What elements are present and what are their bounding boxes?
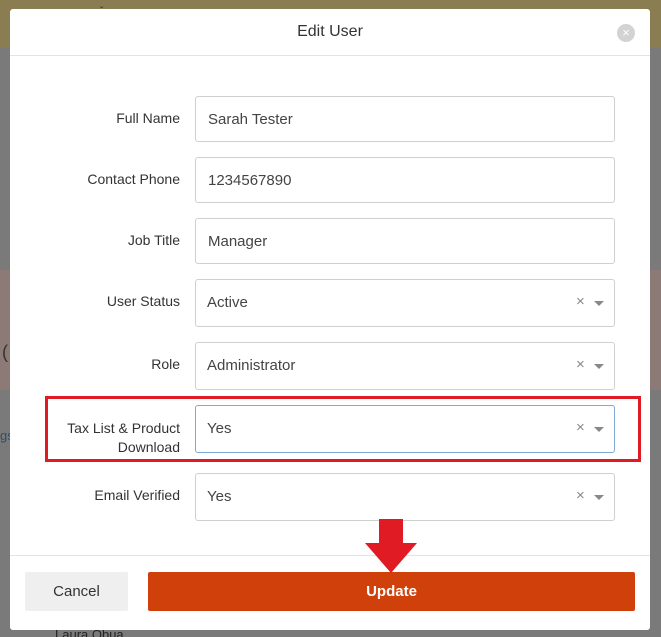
- user-status-select[interactable]: Active ×: [195, 279, 615, 327]
- chevron-down-icon[interactable]: [594, 301, 604, 306]
- clear-icon[interactable]: ×: [576, 356, 585, 373]
- email-verified-label: Email Verified: [94, 487, 180, 503]
- role-select[interactable]: Administrator ×: [195, 342, 615, 390]
- full-name-input[interactable]: [195, 96, 615, 142]
- clear-icon[interactable]: ×: [576, 293, 585, 310]
- close-icon[interactable]: ×: [617, 24, 635, 42]
- update-button[interactable]: Update: [148, 572, 635, 611]
- annotation-highlight-box: [45, 396, 641, 462]
- email-verified-select[interactable]: Yes ×: [195, 473, 615, 521]
- contact-phone-input[interactable]: [195, 157, 615, 203]
- edit-user-modal: Edit User × Full Name Contact Phone Job …: [10, 9, 650, 630]
- modal-title: Edit User: [297, 23, 363, 40]
- modal-header: Edit User ×: [10, 9, 650, 56]
- arrow-down-icon: [365, 519, 417, 573]
- contact-phone-label: Contact Phone: [87, 171, 180, 187]
- full-name-label: Full Name: [116, 110, 180, 126]
- user-status-value: Active: [207, 294, 248, 311]
- chevron-down-icon[interactable]: [594, 495, 604, 500]
- chevron-down-icon[interactable]: [594, 364, 604, 369]
- job-title-input[interactable]: [195, 218, 615, 264]
- email-verified-value: Yes: [207, 488, 232, 505]
- user-status-label: User Status: [106, 293, 180, 309]
- clear-icon[interactable]: ×: [576, 487, 585, 504]
- role-value: Administrator: [207, 357, 296, 374]
- role-label: Role: [151, 356, 180, 372]
- footer-divider: [10, 555, 650, 556]
- job-title-label: Job Title: [127, 232, 180, 248]
- cancel-button[interactable]: Cancel: [25, 572, 128, 611]
- background-glyph: (: [2, 342, 8, 362]
